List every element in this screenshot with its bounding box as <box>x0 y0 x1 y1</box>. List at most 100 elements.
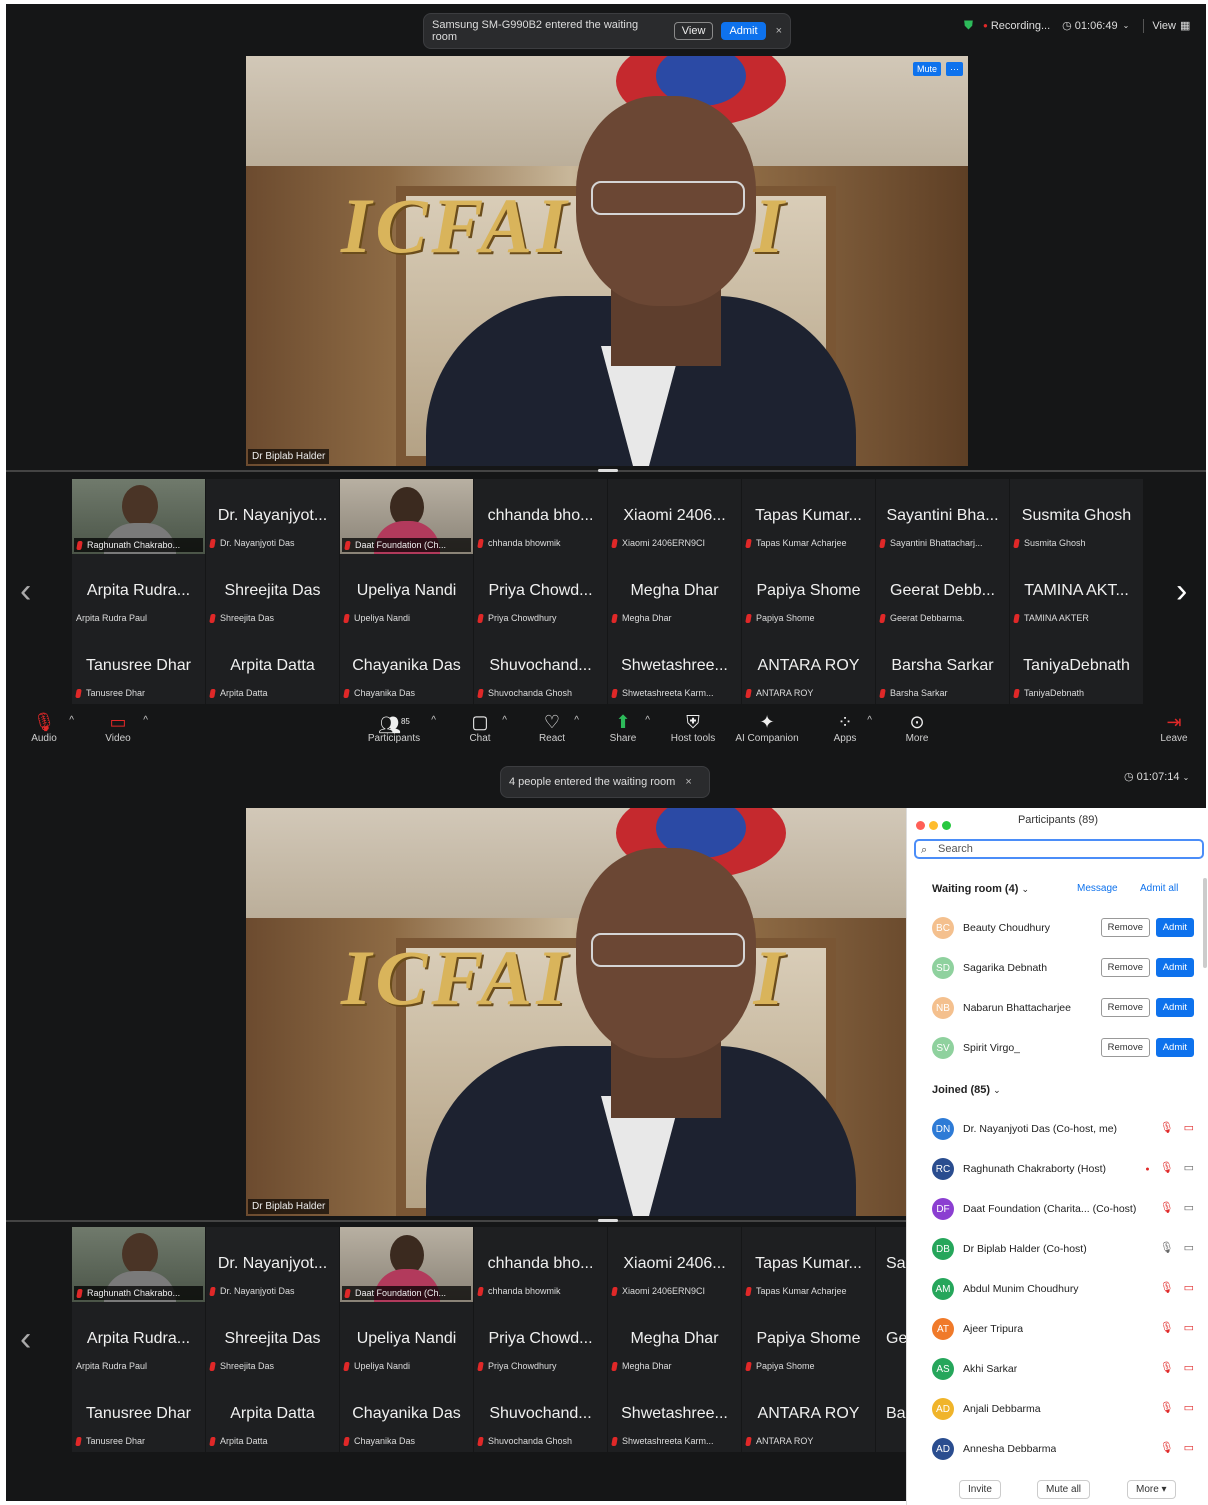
participant-tile[interactable]: Papiya Shome Papiya Shome <box>742 554 875 629</box>
invite-button[interactable]: Invite <box>959 1480 1001 1499</box>
admit-button[interactable]: Admit <box>1155 958 1194 977</box>
chevron-up-icon[interactable]: ^ <box>69 715 74 726</box>
participant-tile[interactable]: Barsha Sarkar Barsha Sarkar <box>876 629 1009 704</box>
participant-tile[interactable]: Tanusree Dhar Tanusree Dhar <box>72 1377 205 1452</box>
remove-button[interactable]: Remove <box>1100 998 1150 1017</box>
participant-tile[interactable]: Xiaomi 2406... Xiaomi 2406ERN9CI <box>608 479 741 554</box>
chat-button[interactable]: ▢ Chat ^ <box>465 711 507 744</box>
audio-button[interactable]: 🎙︎ Audio ^ <box>26 711 74 744</box>
chevron-up-icon[interactable]: ^ <box>645 715 650 726</box>
remove-button[interactable]: Remove <box>1100 1038 1150 1057</box>
chevron-up-icon[interactable]: ^ <box>867 715 872 726</box>
participant-row[interactable]: AD Annesha Debbarma 🎙︎ ▭ <box>932 1436 1194 1462</box>
participant-tile[interactable]: Daat Foundation (Ch... <box>340 1227 473 1302</box>
participant-row[interactable]: AM Abdul Munim Choudhury 🎙︎ ▭ <box>932 1276 1194 1302</box>
chevron-down-icon[interactable]: ⌄ <box>1021 884 1029 894</box>
share-button[interactable]: ⬆ Share ^ <box>608 711 650 744</box>
mic-muted-icon[interactable]: 🎙︎ <box>1160 1442 1174 1454</box>
participant-tile[interactable]: Sayantini Bha... Sayantini Bhattacharj... <box>876 479 1009 554</box>
video-off-icon[interactable]: ▭ <box>1184 1362 1194 1374</box>
participant-tile[interactable]: ANTARA ROY ANTARA ROY <box>742 629 875 704</box>
participant-tile[interactable]: Arpita Datta Arpita Datta <box>206 1377 339 1452</box>
previous-page-arrow[interactable]: ‹ <box>20 572 31 611</box>
admit-button[interactable]: Admit <box>1155 998 1194 1017</box>
video-off-icon[interactable]: ▭ <box>1184 1282 1194 1294</box>
participant-row[interactable]: DB Dr Biplab Halder (Co-host) 🎙︎ ▭ <box>932 1236 1194 1262</box>
meeting-timer[interactable]: ◷ 01:07:14 ⌄ <box>1124 770 1189 783</box>
participant-tile-partial[interactable]: Sa <box>876 1227 906 1302</box>
message-link[interactable]: Message <box>1077 883 1118 894</box>
video-off-icon[interactable]: ▭ <box>1184 1402 1194 1414</box>
apps-button[interactable]: ⁘ Apps ^ <box>830 711 872 744</box>
participant-row[interactable]: AT Ajeer Tripura 🎙︎ ▭ <box>932 1316 1194 1342</box>
participant-tile[interactable]: Shuvochand... Shuvochanda Ghosh <box>474 1377 607 1452</box>
recording-status[interactable]: Recording... <box>991 20 1050 32</box>
participant-tile-partial[interactable]: Ba <box>876 1377 906 1452</box>
ai-companion-button[interactable]: ✦ AI Companion <box>732 711 802 744</box>
leave-button[interactable]: ⇥ Leave <box>1159 711 1189 744</box>
participant-tile[interactable]: Geerat Debb... Geerat Debbarma. <box>876 554 1009 629</box>
participant-row[interactable]: AD Anjali Debbarma 🎙︎ ▭ <box>932 1396 1194 1422</box>
video-off-icon[interactable]: ▭ <box>1184 1442 1194 1454</box>
chevron-down-icon[interactable]: ⌄ <box>1183 773 1190 782</box>
participant-tile[interactable]: Upeliya Nandi Upeliya Nandi <box>340 1302 473 1377</box>
view-button[interactable]: View <box>673 22 714 40</box>
participant-tile[interactable]: Shreejita Das Shreejita Das <box>206 1302 339 1377</box>
participant-tile[interactable]: Tanusree Dhar Tanusree Dhar <box>72 629 205 704</box>
participant-tile[interactable]: Dr. Nayanjyot... Dr. Nayanjyoti Das <box>206 479 339 554</box>
participant-tile[interactable]: Priya Chowd... Priya Chowdhury <box>474 554 607 629</box>
participant-tile[interactable]: Megha Dhar Megha Dhar <box>608 554 741 629</box>
previous-page-arrow[interactable]: ‹ <box>20 1320 31 1359</box>
grid-icon[interactable]: ▦ <box>1180 19 1190 32</box>
participant-row[interactable]: AS Akhi Sarkar 🎙︎ ▭ <box>932 1356 1194 1382</box>
search-input[interactable]: ⌕ Search <box>914 839 1204 859</box>
video-icon[interactable]: ▭ <box>1184 1162 1194 1174</box>
participant-tile[interactable]: Arpita Rudra... Arpita Rudra Paul <box>72 1302 205 1377</box>
participant-row[interactable]: DN Dr. Nayanjyoti Das (Co-host, me) 🎙︎ ▭ <box>932 1116 1194 1142</box>
video-icon[interactable]: ▭ <box>1184 1242 1194 1254</box>
mic-muted-icon[interactable]: 🎙︎ <box>1160 1202 1174 1214</box>
admit-button[interactable]: Admit <box>721 22 766 40</box>
mic-muted-icon[interactable]: 🎙︎ <box>1160 1402 1174 1414</box>
participant-tile[interactable]: Chayanika Das Chayanika Das <box>340 1377 473 1452</box>
meeting-timer[interactable]: 01:06:49 <box>1075 20 1118 32</box>
admit-all-link[interactable]: Admit all <box>1140 883 1178 894</box>
mic-muted-icon[interactable]: 🎙︎ <box>1160 1122 1174 1134</box>
participant-tile[interactable]: Xiaomi 2406... Xiaomi 2406ERN9CI <box>608 1227 741 1302</box>
participant-tile[interactable]: Tapas Kumar... Tapas Kumar Acharjee <box>742 1227 875 1302</box>
participant-tile-partial[interactable]: Ge <box>876 1302 906 1377</box>
participant-tile[interactable]: Shreejita Das Shreejita Das <box>206 554 339 629</box>
chevron-up-icon[interactable]: ^ <box>143 715 148 726</box>
participant-tile[interactable]: chhanda bho... chhanda bhowmik <box>474 479 607 554</box>
host-tools-button[interactable]: ⛨ Host tools <box>668 711 718 744</box>
joined-header[interactable]: Joined (85) ⌄ <box>932 1084 1001 1096</box>
remove-button[interactable]: Remove <box>1100 958 1150 977</box>
resize-handle[interactable] <box>598 1219 618 1222</box>
participant-tile[interactable]: TAMINA AKT... TAMINA AKTER <box>1010 554 1143 629</box>
participant-tile[interactable]: ANTARA ROY ANTARA ROY <box>742 1377 875 1452</box>
react-button[interactable]: ♡ React ^ <box>537 711 579 744</box>
mute-all-button[interactable]: Mute all <box>1037 1480 1091 1499</box>
participant-tile[interactable]: chhanda bho... chhanda bhowmik <box>474 1227 607 1302</box>
participant-tile[interactable]: Upeliya Nandi Upeliya Nandi <box>340 554 473 629</box>
mic-muted-icon[interactable]: 🎙︎ <box>1160 1322 1174 1334</box>
participant-tile[interactable]: TaniyaDebnath TaniyaDebnath <box>1010 629 1143 704</box>
video-icon[interactable]: ▭ <box>1184 1202 1194 1214</box>
participant-row[interactable]: DF Daat Foundation (Charita... (Co-host) 🎙… <box>932 1196 1194 1222</box>
participant-tile[interactable]: Papiya Shome Papiya Shome <box>742 1302 875 1377</box>
mic-icon[interactable]: 🎙︎ <box>1160 1242 1174 1254</box>
chevron-up-icon[interactable]: ^ <box>574 715 579 726</box>
next-page-arrow[interactable]: › <box>1176 572 1187 611</box>
participant-tile[interactable]: Raghunath Chakrabo... <box>72 479 205 554</box>
participant-tile[interactable]: Shuvochand... Shuvochanda Ghosh <box>474 629 607 704</box>
chevron-down-icon[interactable]: ⌄ <box>993 1085 1001 1095</box>
participant-tile[interactable]: Dr. Nayanjyot... Dr. Nayanjyoti Das <box>206 1227 339 1302</box>
close-icon[interactable]: × <box>685 776 691 788</box>
mic-muted-icon[interactable]: 🎙︎ <box>1160 1282 1174 1294</box>
more-menu-button[interactable]: More ▾ <box>1127 1480 1176 1499</box>
participant-tile[interactable]: Priya Chowd... Priya Chowdhury <box>474 1302 607 1377</box>
participant-tile[interactable]: Shwetashree... Shwetashreeta Karm... <box>608 1377 741 1452</box>
participant-tile[interactable]: Megha Dhar Megha Dhar <box>608 1302 741 1377</box>
participant-tile[interactable]: Susmita Ghosh Susmita Ghosh <box>1010 479 1143 554</box>
participant-tile[interactable]: Arpita Rudra... Arpita Rudra Paul <box>72 554 205 629</box>
